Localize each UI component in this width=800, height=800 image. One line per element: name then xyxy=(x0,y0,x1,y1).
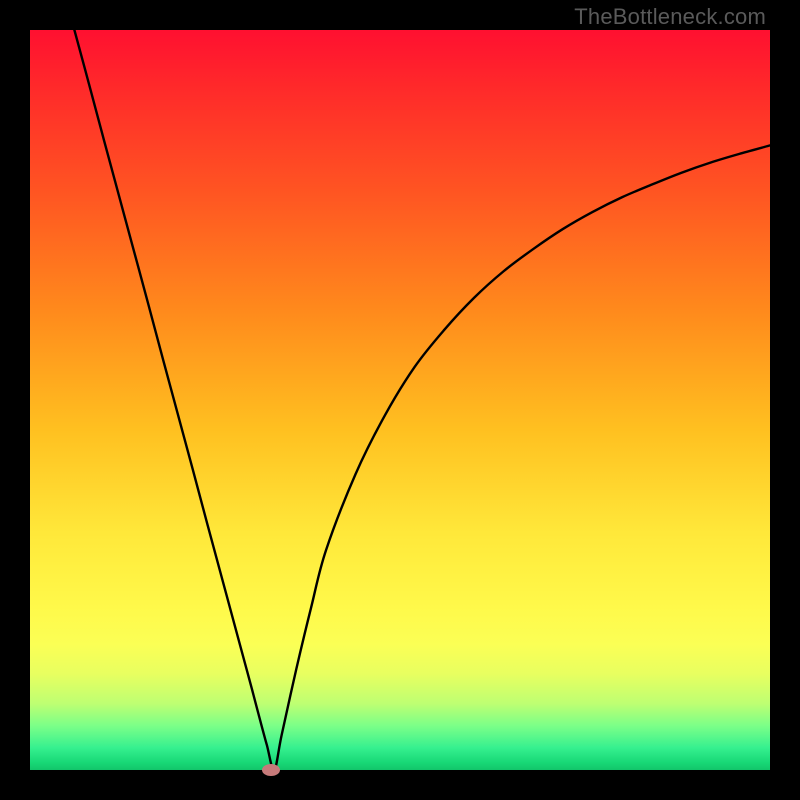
curve-svg xyxy=(30,30,770,770)
watermark-text: TheBottleneck.com xyxy=(574,4,766,30)
minimum-marker xyxy=(262,764,280,776)
chart-frame: TheBottleneck.com xyxy=(0,0,800,800)
plot-area xyxy=(30,30,770,770)
bottleneck-curve xyxy=(74,30,770,770)
